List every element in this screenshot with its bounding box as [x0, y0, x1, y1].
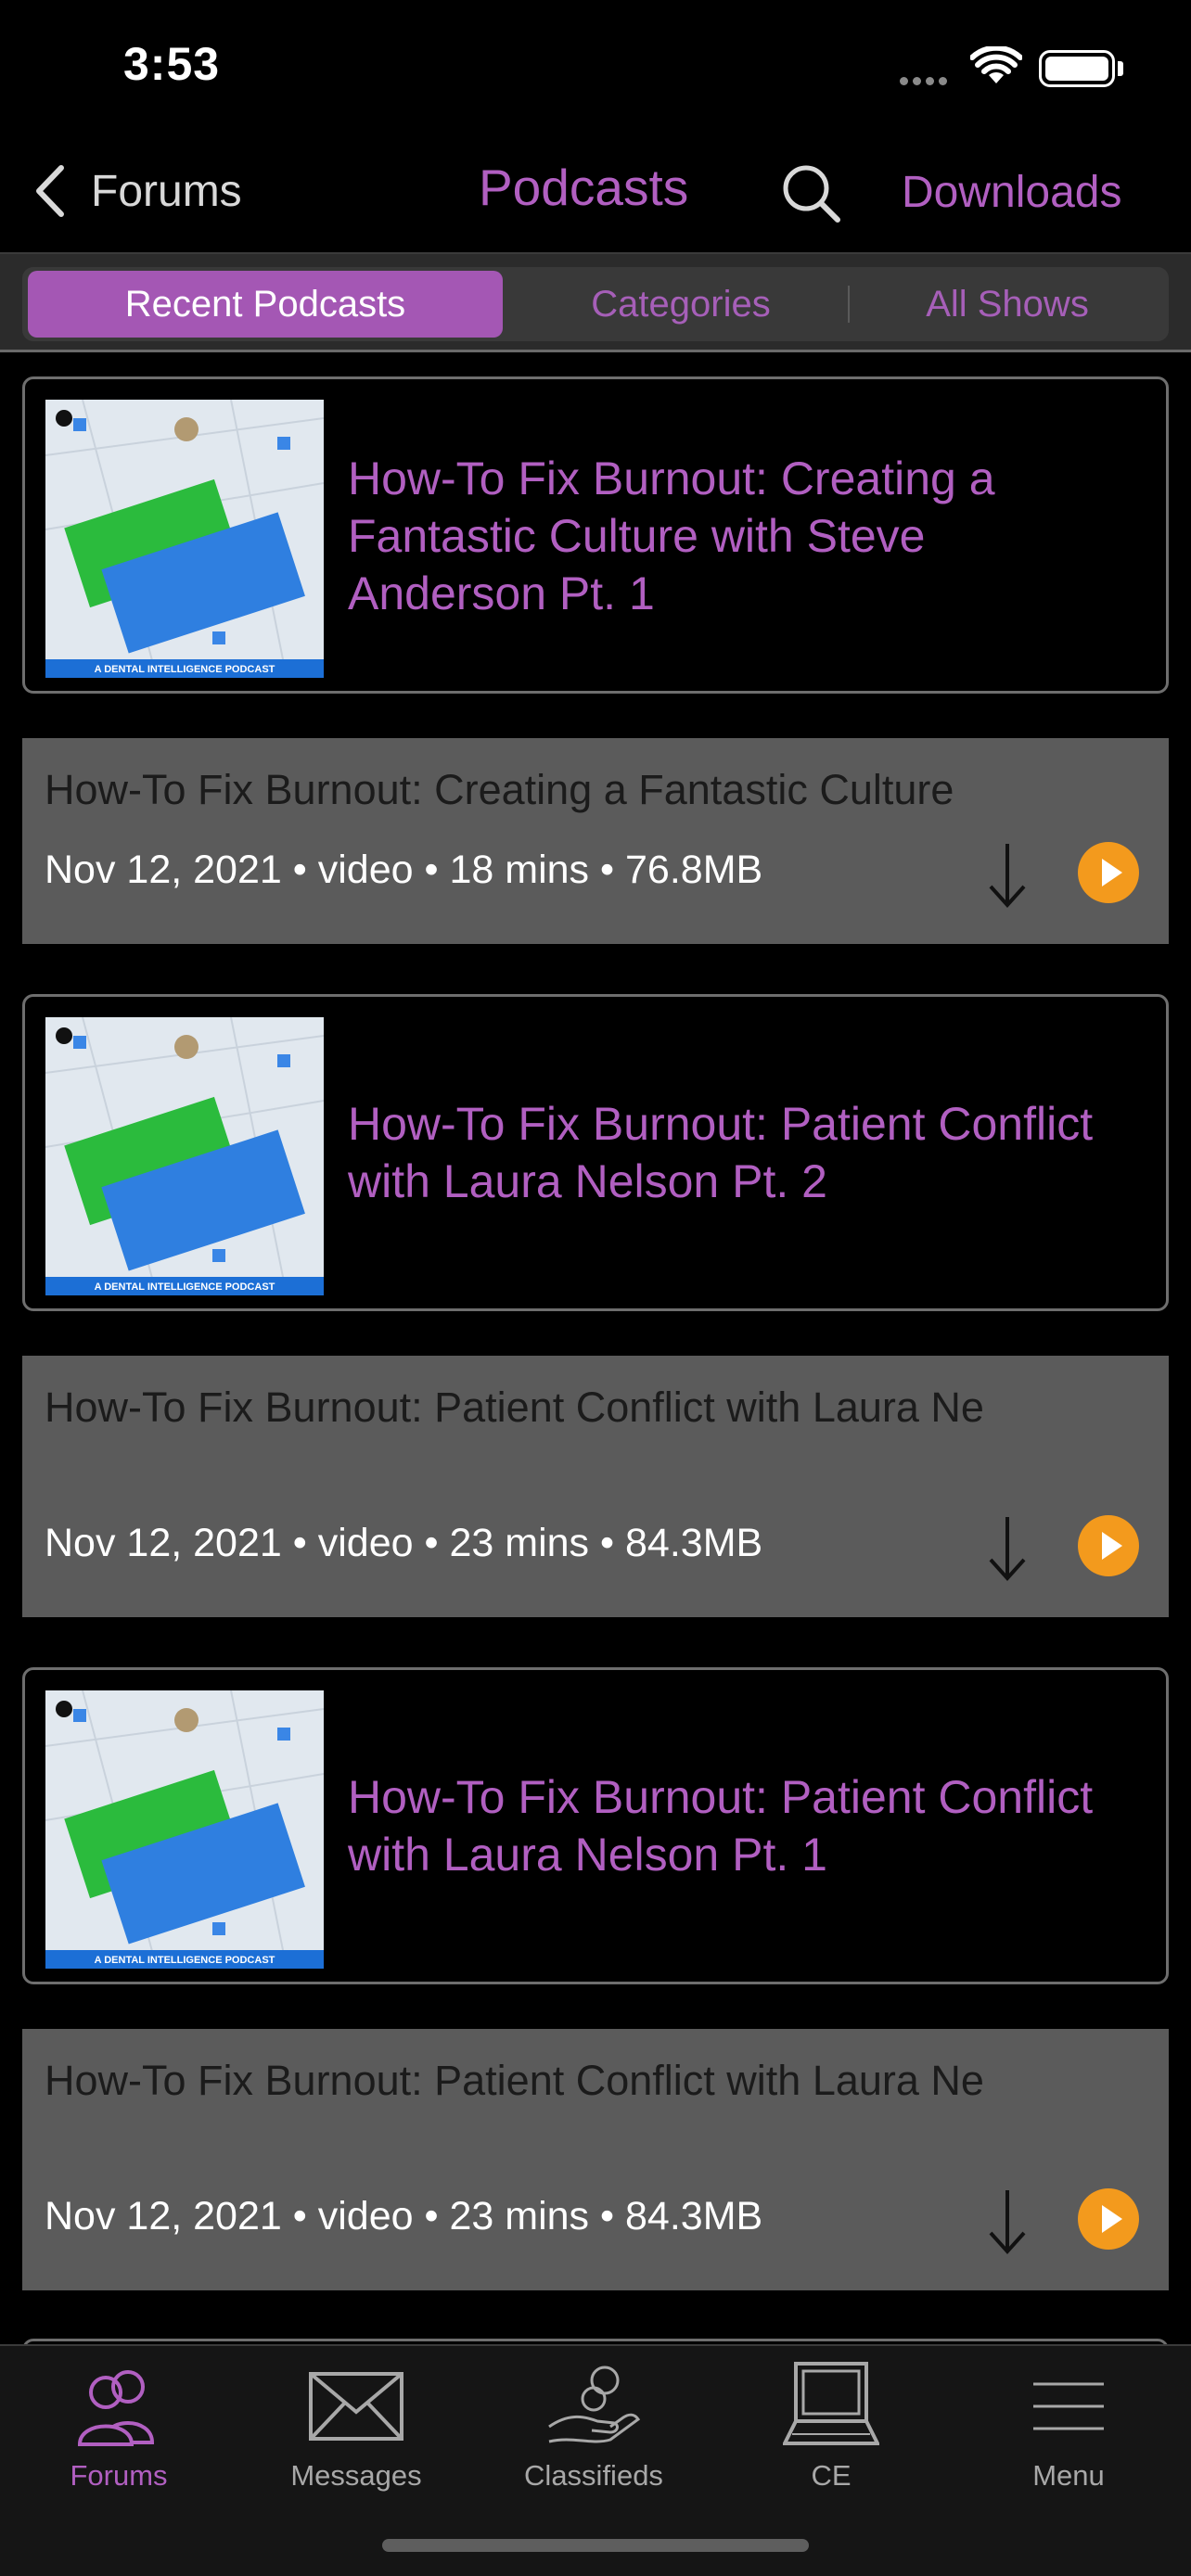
- nav-bar: Forums Podcasts Downloads: [0, 139, 1191, 252]
- download-arrow-icon[interactable]: [987, 2187, 1028, 2257]
- tab-ce[interactable]: CE: [738, 2355, 924, 2493]
- download-arrow-icon[interactable]: [987, 1513, 1028, 1584]
- segment-all-shows[interactable]: All Shows: [850, 267, 1165, 341]
- tab-label: Messages: [290, 2459, 422, 2492]
- podcast-title: How-To Fix Burnout: Patient Conflict wit…: [348, 1098, 1094, 1207]
- segment-categories[interactable]: Categories: [514, 267, 848, 341]
- episode-meta: Nov 12, 2021 • video • 18 mins • 76.8MB: [45, 848, 763, 892]
- tab-menu[interactable]: Menu: [976, 2355, 1161, 2493]
- hand-coin-icon: [548, 2366, 641, 2443]
- home-indicator[interactable]: [382, 2539, 809, 2552]
- search-icon[interactable]: [779, 161, 844, 226]
- segmented-control: Recent Podcasts Categories All Shows: [22, 267, 1169, 341]
- downloads-button[interactable]: Downloads: [902, 167, 1121, 218]
- episode-title: How-To Fix Burnout: Creating a Fantastic…: [45, 766, 954, 813]
- battery-nub: [1118, 61, 1123, 76]
- podcast-thumbnail: A DENTAL INTELLIGENCE PODCAST: [45, 400, 324, 678]
- episode-title: How-To Fix Burnout: Patient Conflict wit…: [45, 1384, 984, 1431]
- episode-meta: Nov 12, 2021 • video • 23 mins • 84.3MB: [45, 1521, 763, 1565]
- episode-row[interactable]: How-To Fix Burnout: Creating a Fantastic…: [22, 738, 1169, 944]
- tab-label: CE: [811, 2459, 852, 2492]
- tab-classifieds[interactable]: Classifieds: [501, 2355, 686, 2493]
- play-button[interactable]: [1078, 1515, 1139, 1576]
- cellular-signal-icon: [900, 73, 952, 90]
- envelope-icon: [309, 2372, 403, 2441]
- episode-row[interactable]: How-To Fix Burnout: Patient Conflict wit…: [22, 1356, 1169, 1617]
- play-button[interactable]: [1078, 2188, 1139, 2250]
- users-icon: [77, 2370, 155, 2446]
- download-arrow-icon[interactable]: [987, 840, 1028, 911]
- segment-bar: Recent Podcasts Categories All Shows: [0, 252, 1191, 352]
- tab-forums[interactable]: Forums: [26, 2355, 211, 2493]
- podcast-title: How-To Fix Burnout: Creating a Fantastic…: [348, 453, 995, 619]
- tab-messages[interactable]: Messages: [263, 2355, 449, 2493]
- thumbnail-caption: A DENTAL INTELLIGENCE PODCAST: [95, 1282, 275, 1293]
- podcast-title: How-To Fix Burnout: Patient Conflict wit…: [348, 1771, 1094, 1881]
- status-bar: 3:53: [0, 0, 1191, 139]
- status-time: 3:53: [123, 38, 221, 90]
- tab-label: Menu: [1032, 2459, 1105, 2492]
- thumbnail-caption: A DENTAL INTELLIGENCE PODCAST: [95, 664, 275, 675]
- segment-recent-podcasts[interactable]: Recent Podcasts: [28, 271, 503, 338]
- menu-icon: [1033, 2382, 1104, 2430]
- wifi-icon: [970, 46, 1022, 83]
- episode-meta: Nov 12, 2021 • video • 23 mins • 84.3MB: [45, 2194, 763, 2238]
- episode-title: How-To Fix Burnout: Patient Conflict wit…: [45, 2057, 984, 2104]
- thumbnail-caption: A DENTAL INTELLIGENCE PODCAST: [95, 1955, 275, 1966]
- podcast-card[interactable]: A DENTAL INTELLIGENCE PODCAST How-To Fix…: [22, 376, 1169, 694]
- episode-row[interactable]: How-To Fix Burnout: Patient Conflict wit…: [22, 2029, 1169, 2290]
- play-button[interactable]: [1078, 842, 1139, 903]
- podcast-thumbnail: A DENTAL INTELLIGENCE PODCAST: [45, 1690, 324, 1969]
- podcast-thumbnail: A DENTAL INTELLIGENCE PODCAST: [45, 1017, 324, 1295]
- podcast-card[interactable]: A DENTAL INTELLIGENCE PODCAST How-To Fix…: [22, 1667, 1169, 1984]
- podcasts-screen: 3:53 Forums Podcasts Downloads Recent Po…: [0, 0, 1191, 2576]
- tab-label: Forums: [70, 2459, 168, 2492]
- laptop-icon: [783, 2362, 879, 2445]
- podcast-feed[interactable]: A DENTAL INTELLIGENCE PODCAST How-To Fix…: [0, 354, 1191, 2344]
- tab-label: Classifieds: [524, 2459, 663, 2492]
- battery-icon: [1039, 50, 1115, 87]
- podcast-card[interactable]: A DENTAL INTELLIGENCE PODCAST How-To Fix…: [22, 994, 1169, 1311]
